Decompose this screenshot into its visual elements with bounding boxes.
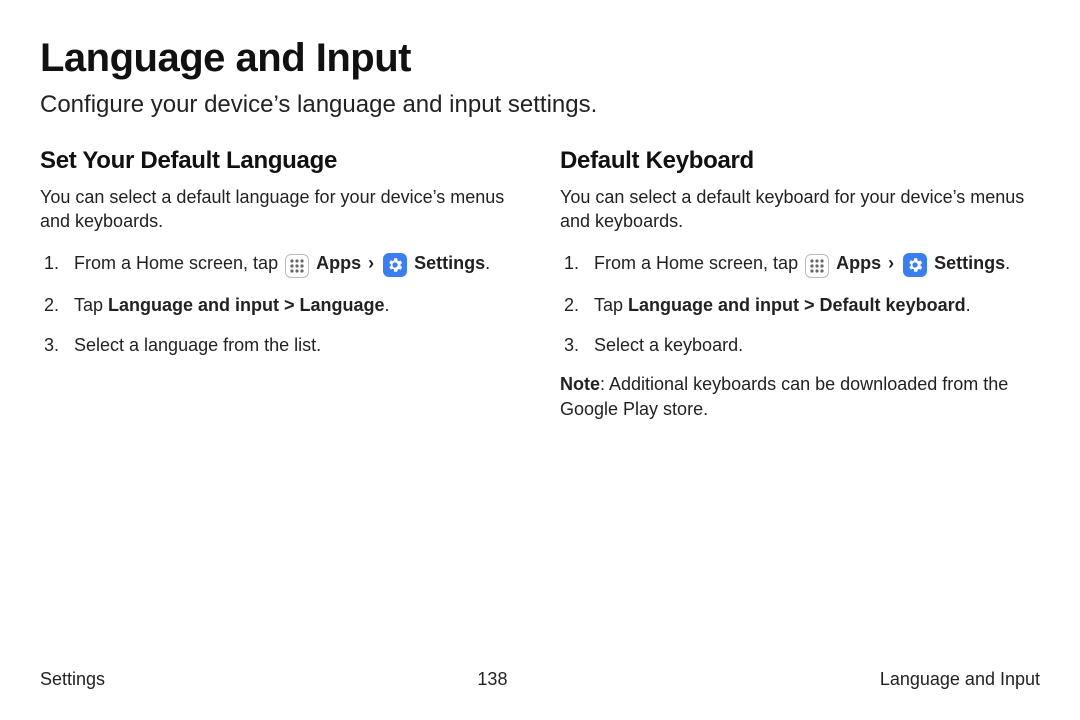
punct: . [485, 253, 490, 273]
intro-default-keyboard: You can select a default keyboard for yo… [560, 185, 1040, 234]
apps-label: Apps [836, 253, 881, 273]
note-body: : Additional keyboards can be downloaded… [560, 374, 1008, 419]
step-bold: Language and input > Default keyboard [628, 295, 966, 315]
step-bold: Language and input > Language [108, 295, 385, 315]
apps-grid-icon [285, 254, 309, 278]
step-text: Tap [594, 295, 628, 315]
footer-page-number: 138 [477, 669, 507, 690]
step-item: From a Home screen, tap Apps › Settings. [40, 250, 520, 278]
step-item: From a Home screen, tap Apps › Settings. [560, 250, 1040, 278]
steps-default-language: From a Home screen, tap Apps › Settings.… [40, 250, 520, 358]
step-item: Tap Language and input > Language. [40, 292, 520, 318]
apps-grid-icon [805, 254, 829, 278]
content-columns: Set Your Default Language You can select… [40, 147, 1040, 422]
step-text: From a Home screen, tap [74, 253, 283, 273]
note-additional-keyboards: Note: Additional keyboards can be downlo… [560, 372, 1040, 422]
settings-gear-icon [383, 253, 407, 277]
heading-default-language: Set Your Default Language [40, 147, 520, 175]
step-item: Tap Language and input > Default keyboar… [560, 292, 1040, 318]
apps-label: Apps [316, 253, 361, 273]
punct: . [385, 295, 390, 315]
punct: . [966, 295, 971, 315]
page-title: Language and Input [40, 36, 1040, 81]
intro-default-language: You can select a default language for yo… [40, 185, 520, 234]
step-text: Tap [74, 295, 108, 315]
footer-left: Settings [40, 669, 105, 690]
column-default-keyboard: Default Keyboard You can select a defaul… [560, 147, 1040, 422]
settings-label: Settings [414, 253, 485, 273]
page-subtitle: Configure your device’s language and inp… [40, 91, 1040, 119]
heading-default-keyboard: Default Keyboard [560, 147, 1040, 175]
step-item: Select a language from the list. [40, 332, 520, 358]
step-text: From a Home screen, tap [594, 253, 803, 273]
settings-gear-icon [903, 253, 927, 277]
page-footer: Settings 138 Language and Input [40, 669, 1040, 690]
chevron-separator: › [366, 253, 376, 273]
chevron-separator: › [886, 253, 896, 273]
note-label: Note [560, 374, 600, 394]
step-item: Select a keyboard. [560, 332, 1040, 358]
punct: . [1005, 253, 1010, 273]
steps-default-keyboard: From a Home screen, tap Apps › Settings.… [560, 250, 1040, 358]
settings-label: Settings [934, 253, 1005, 273]
column-default-language: Set Your Default Language You can select… [40, 147, 520, 422]
footer-right: Language and Input [880, 669, 1040, 690]
